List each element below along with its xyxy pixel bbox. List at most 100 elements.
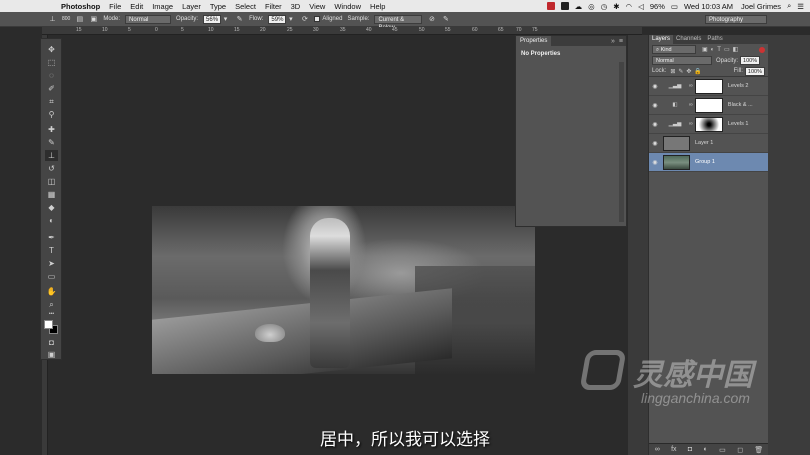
layer-thumbnail[interactable] <box>663 154 690 170</box>
flow-input[interactable]: 59% <box>268 14 287 24</box>
clone-stamp-tool-icon[interactable]: ⊥ <box>48 15 57 24</box>
menu-help[interactable]: Help <box>370 2 385 11</box>
menu-image[interactable]: Image <box>152 2 173 11</box>
quick-select-tool-icon[interactable]: ✐ <box>45 83 58 94</box>
clone-source-icon[interactable]: ▣ <box>89 15 98 24</box>
layer-opacity-input[interactable]: 100% <box>740 56 761 65</box>
layer-row-levels-1[interactable]: ◉ ▁▃▅ ∞ Levels 1 <box>649 115 768 134</box>
layer-mask-thumbnail[interactable] <box>694 78 723 94</box>
chain-link-icon[interactable]: ∞ <box>689 121 693 127</box>
layer-row-group-1[interactable]: ◉ Group 1 <box>649 153 768 172</box>
layer-name[interactable]: Levels 2 <box>728 83 749 89</box>
bluetooth-icon[interactable]: ✱ <box>613 2 619 11</box>
layer-filter-icons[interactable]: ▣◐T▭◧ <box>702 46 741 53</box>
sample-dropdown[interactable]: Current & Below <box>374 14 423 31</box>
aligned-checkbox[interactable]: Aligned <box>314 16 342 22</box>
chevron-down-icon[interactable]: ▾ <box>221 15 230 24</box>
layer-filter-dropdown[interactable]: ⌕ Kind <box>652 45 696 54</box>
layer-thumbnail[interactable] <box>663 135 690 151</box>
layer-name[interactable]: Group 1 <box>695 159 715 165</box>
filter-toggle[interactable] <box>759 46 765 53</box>
battery-percent[interactable]: 96% <box>650 2 665 11</box>
clock[interactable]: Wed 10:03 AM <box>684 2 733 11</box>
spotlight-icon[interactable]: ⌕ <box>787 1 791 11</box>
layer-mask-thumbnail[interactable] <box>694 116 723 132</box>
notifications-icon[interactable]: ☰ <box>797 2 804 11</box>
volume-icon[interactable]: ◁ <box>638 2 644 11</box>
visibility-eye-icon[interactable]: ◉ <box>649 121 661 128</box>
visibility-eye-icon[interactable]: ◉ <box>649 102 661 109</box>
lasso-tool-icon[interactable]: ◌ <box>45 70 58 81</box>
menu-app-name[interactable]: Photoshop <box>61 2 100 11</box>
layer-row-levels-2[interactable]: ◉ ▁▃▅ ∞ Levels 2 <box>649 77 768 96</box>
menu-type[interactable]: Type <box>210 2 226 11</box>
battery-icon[interactable]: ▭ <box>671 2 678 11</box>
panel-collapse-icon[interactable]: » <box>611 38 615 45</box>
tab-layers[interactable]: Layers <box>649 35 674 44</box>
tab-paths[interactable]: Paths <box>704 35 725 44</box>
path-select-tool-icon[interactable]: ➤ <box>45 258 58 269</box>
menu-3d[interactable]: 3D <box>291 2 301 11</box>
panel-menu-icon[interactable]: ≡ <box>619 38 623 45</box>
visibility-eye-icon[interactable]: ◉ <box>649 159 661 166</box>
layer-name[interactable]: Levels 1 <box>728 121 749 127</box>
brush-tool-icon[interactable]: ✎ <box>45 137 58 148</box>
properties-tab[interactable]: Properties <box>516 36 552 46</box>
tab-channels[interactable]: Channels <box>673 35 704 44</box>
mode-dropdown[interactable]: Normal <box>125 14 172 24</box>
gradient-tool-icon[interactable]: ▦ <box>45 189 58 200</box>
layer-row-layer-1[interactable]: ◉ Layer 1 <box>649 134 768 153</box>
brush-preset[interactable]: 800 <box>62 16 70 22</box>
marquee-tool-icon[interactable]: ⬚ <box>45 57 58 68</box>
time-machine-icon[interactable]: ◷ <box>601 2 608 11</box>
brush-panel-icon[interactable]: ▤ <box>75 15 84 24</box>
blur-tool-icon[interactable]: ◆ <box>45 202 58 213</box>
wifi-icon[interactable]: ◠ <box>626 2 633 11</box>
workspace-dropdown[interactable]: Photography <box>705 14 767 24</box>
pressure-opacity-icon[interactable]: ✎ <box>235 15 244 24</box>
eraser-tool-icon[interactable]: ◫ <box>45 176 58 187</box>
history-brush-tool-icon[interactable]: ↺ <box>45 163 58 174</box>
pen-tool-icon[interactable]: ✒ <box>45 232 58 243</box>
menu-window[interactable]: Window <box>334 2 361 11</box>
layer-mask-thumbnail[interactable] <box>694 97 723 113</box>
move-tool-icon[interactable]: ✥ <box>45 44 58 55</box>
layer-name[interactable]: Layer 1 <box>695 140 713 146</box>
pressure-size-icon[interactable]: ✎ <box>441 15 450 24</box>
tray-app-icon[interactable] <box>546 2 555 10</box>
tray-app-icon-2[interactable] <box>560 2 569 10</box>
fill-input[interactable]: 100% <box>744 66 765 76</box>
quick-mask-icon[interactable]: ◘ <box>45 337 58 348</box>
layer-row-black-white[interactable]: ◉ ◧ ∞ Black & ... <box>649 96 768 115</box>
menu-edit[interactable]: Edit <box>130 2 143 11</box>
document-canvas[interactable] <box>152 206 535 374</box>
eyedropper-tool-icon[interactable]: ⚲ <box>45 109 58 120</box>
menu-filter[interactable]: Filter <box>265 2 282 11</box>
creative-cloud-icon[interactable]: ◎ <box>588 2 595 11</box>
chain-link-icon[interactable]: ∞ <box>689 102 693 108</box>
shape-tool-icon[interactable]: ▭ <box>45 271 58 282</box>
dodge-tool-icon[interactable]: ◐ <box>45 215 58 226</box>
visibility-eye-icon[interactable]: ◉ <box>649 140 661 147</box>
more-tools-icon[interactable]: ••• <box>45 309 58 320</box>
blend-mode-dropdown[interactable]: Normal <box>652 56 712 65</box>
user-name[interactable]: Joel Grimes <box>741 2 781 11</box>
menu-layer[interactable]: Layer <box>182 2 201 11</box>
layer-name[interactable]: Black & ... <box>728 102 753 108</box>
menu-view[interactable]: View <box>309 2 325 11</box>
menu-select[interactable]: Select <box>235 2 256 11</box>
type-tool-icon[interactable]: T <box>45 245 58 256</box>
properties-scrollbar[interactable] <box>619 62 624 222</box>
chain-link-icon[interactable]: ∞ <box>689 83 693 89</box>
airbrush-icon[interactable]: ⟳ <box>300 15 309 24</box>
opacity-input[interactable]: 56% <box>203 14 222 24</box>
clone-stamp-tool-icon[interactable]: ⊥ <box>45 150 58 161</box>
visibility-eye-icon[interactable]: ◉ <box>649 83 661 90</box>
foreground-color-swatch[interactable] <box>44 320 53 329</box>
lock-icons[interactable]: ⊠✎✥🔒 <box>670 68 705 75</box>
chevron-down-icon[interactable]: ▾ <box>286 15 295 24</box>
menu-file[interactable]: File <box>109 2 121 11</box>
cloud-icon[interactable]: ☁ <box>575 2 583 11</box>
healing-brush-tool-icon[interactable]: ✚ <box>45 124 58 135</box>
screen-mode-icon[interactable]: ▣ <box>45 349 58 360</box>
